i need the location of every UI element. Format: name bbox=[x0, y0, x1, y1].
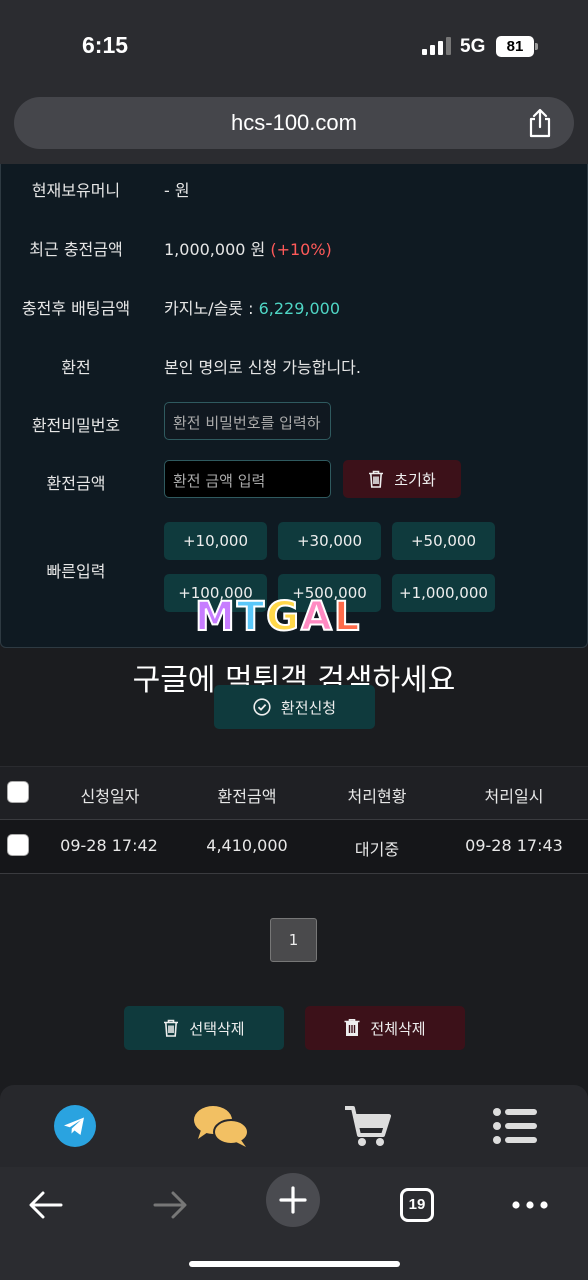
header-amount: 환전금액 bbox=[217, 787, 277, 806]
cart-icon[interactable] bbox=[343, 1103, 393, 1149]
reset-button[interactable]: 초기화 bbox=[343, 460, 461, 498]
arrow-left-icon bbox=[29, 1191, 63, 1219]
withdraw-label: 환전 bbox=[61, 358, 91, 377]
bet-after-prefix: 카지노/슬롯 : bbox=[164, 299, 254, 318]
recent-charge-amount: 1,000,000 원 bbox=[164, 240, 266, 259]
header-processed-date: 처리일시 bbox=[484, 787, 544, 806]
quick-add-1000000[interactable]: +1,000,000 bbox=[392, 574, 495, 612]
withdraw-form-panel: 현재보유머니 - 원 최근 충전금액 1,000,000 원 (+10%) 충전… bbox=[0, 164, 588, 648]
trash-icon bbox=[164, 1019, 179, 1037]
table-row: 09-28 17:42 4,410,000 대기중 09-28 17:43 bbox=[0, 820, 588, 874]
watermark-logo: MTGAL bbox=[194, 593, 362, 641]
row-checkbox[interactable] bbox=[7, 834, 29, 856]
row-request-date: 09-28 17:42 bbox=[60, 836, 158, 855]
browser-top-chrome: 6:15 5G 81 hcs-100.com bbox=[0, 0, 588, 164]
share-icon[interactable] bbox=[526, 108, 554, 138]
menu-list-icon[interactable] bbox=[490, 1103, 540, 1149]
site-bottom-nav bbox=[0, 1085, 588, 1167]
withdraw-amount-input[interactable]: 환전 금액 입력 bbox=[164, 460, 331, 498]
header-request-date: 신청일자 bbox=[80, 787, 140, 806]
withdraw-note: 본인 명의로 신청 가능합니다. bbox=[164, 358, 361, 377]
address-bar[interactable]: hcs-100.com bbox=[14, 97, 574, 149]
trash-icon bbox=[344, 1019, 360, 1036]
recent-charge-bonus: (+10%) bbox=[270, 240, 332, 259]
bet-after-amount: 6,229,000 bbox=[258, 299, 340, 318]
check-circle-icon bbox=[253, 698, 271, 716]
tab-count-icon: 19 bbox=[400, 1188, 434, 1222]
battery-icon: 81 bbox=[496, 36, 538, 57]
pagination-page[interactable]: 1 bbox=[270, 918, 317, 962]
bet-after-label: 충전후 배팅금액 bbox=[21, 299, 131, 318]
row-amount: 4,410,000 bbox=[206, 836, 288, 855]
more-dots-icon bbox=[512, 1201, 548, 1209]
delete-selected-button[interactable]: 선택삭제 bbox=[124, 1006, 284, 1050]
withdraw-password-input[interactable]: 환전 비밀번호를 입력하 bbox=[164, 402, 331, 440]
bet-after-value: 카지노/슬롯 : 6,229,000 bbox=[164, 295, 340, 319]
new-tab-button[interactable] bbox=[266, 1173, 320, 1227]
table-header: 신청일자 환전금액 처리현황 처리일시 bbox=[0, 766, 588, 820]
forward-button[interactable] bbox=[146, 1181, 194, 1229]
password-label: 환전비밀번호 bbox=[31, 416, 121, 435]
row-status: 대기중 bbox=[354, 840, 400, 859]
home-indicator bbox=[189, 1261, 400, 1267]
delete-selected-label: 선택삭제 bbox=[189, 1019, 245, 1038]
telegram-icon[interactable] bbox=[50, 1103, 100, 1149]
quick-add-10000[interactable]: +10,000 bbox=[164, 522, 267, 560]
url-text[interactable]: hcs-100.com bbox=[14, 110, 574, 136]
chat-icon[interactable] bbox=[193, 1103, 251, 1149]
apply-label: 환전신청 bbox=[280, 698, 337, 717]
recent-charge-value: 1,000,000 원 (+10%) bbox=[164, 236, 332, 260]
back-button[interactable] bbox=[22, 1181, 70, 1229]
more-button[interactable] bbox=[506, 1181, 554, 1229]
network-label: 5G bbox=[460, 36, 486, 57]
recent-charge-label: 최근 충전금액 bbox=[29, 240, 123, 259]
delete-all-label: 전체삭제 bbox=[370, 1019, 426, 1038]
delete-all-button[interactable]: 전체삭제 bbox=[305, 1006, 465, 1050]
trash-icon bbox=[369, 470, 384, 488]
arrow-right-icon bbox=[153, 1191, 187, 1219]
row-processed-date: 09-28 17:43 bbox=[465, 836, 563, 855]
quick-add-50000[interactable]: +50,000 bbox=[392, 522, 495, 560]
quick-input-label: 빠른입력 bbox=[46, 562, 106, 581]
current-money-label: 현재보유머니 bbox=[31, 181, 121, 200]
current-money-value: - 원 bbox=[164, 181, 190, 200]
signal-icon bbox=[422, 37, 451, 55]
tabs-button[interactable]: 19 bbox=[393, 1181, 441, 1229]
plus-icon bbox=[279, 1186, 307, 1214]
apply-withdraw-button[interactable]: 환전신청 bbox=[214, 685, 375, 729]
status-time: 6:15 bbox=[82, 32, 129, 58]
reset-label: 초기화 bbox=[394, 470, 436, 489]
amount-label: 환전금액 bbox=[46, 474, 106, 493]
select-all-checkbox[interactable] bbox=[7, 781, 29, 803]
quick-add-30000[interactable]: +30,000 bbox=[278, 522, 381, 560]
header-status: 처리현황 bbox=[347, 787, 407, 806]
